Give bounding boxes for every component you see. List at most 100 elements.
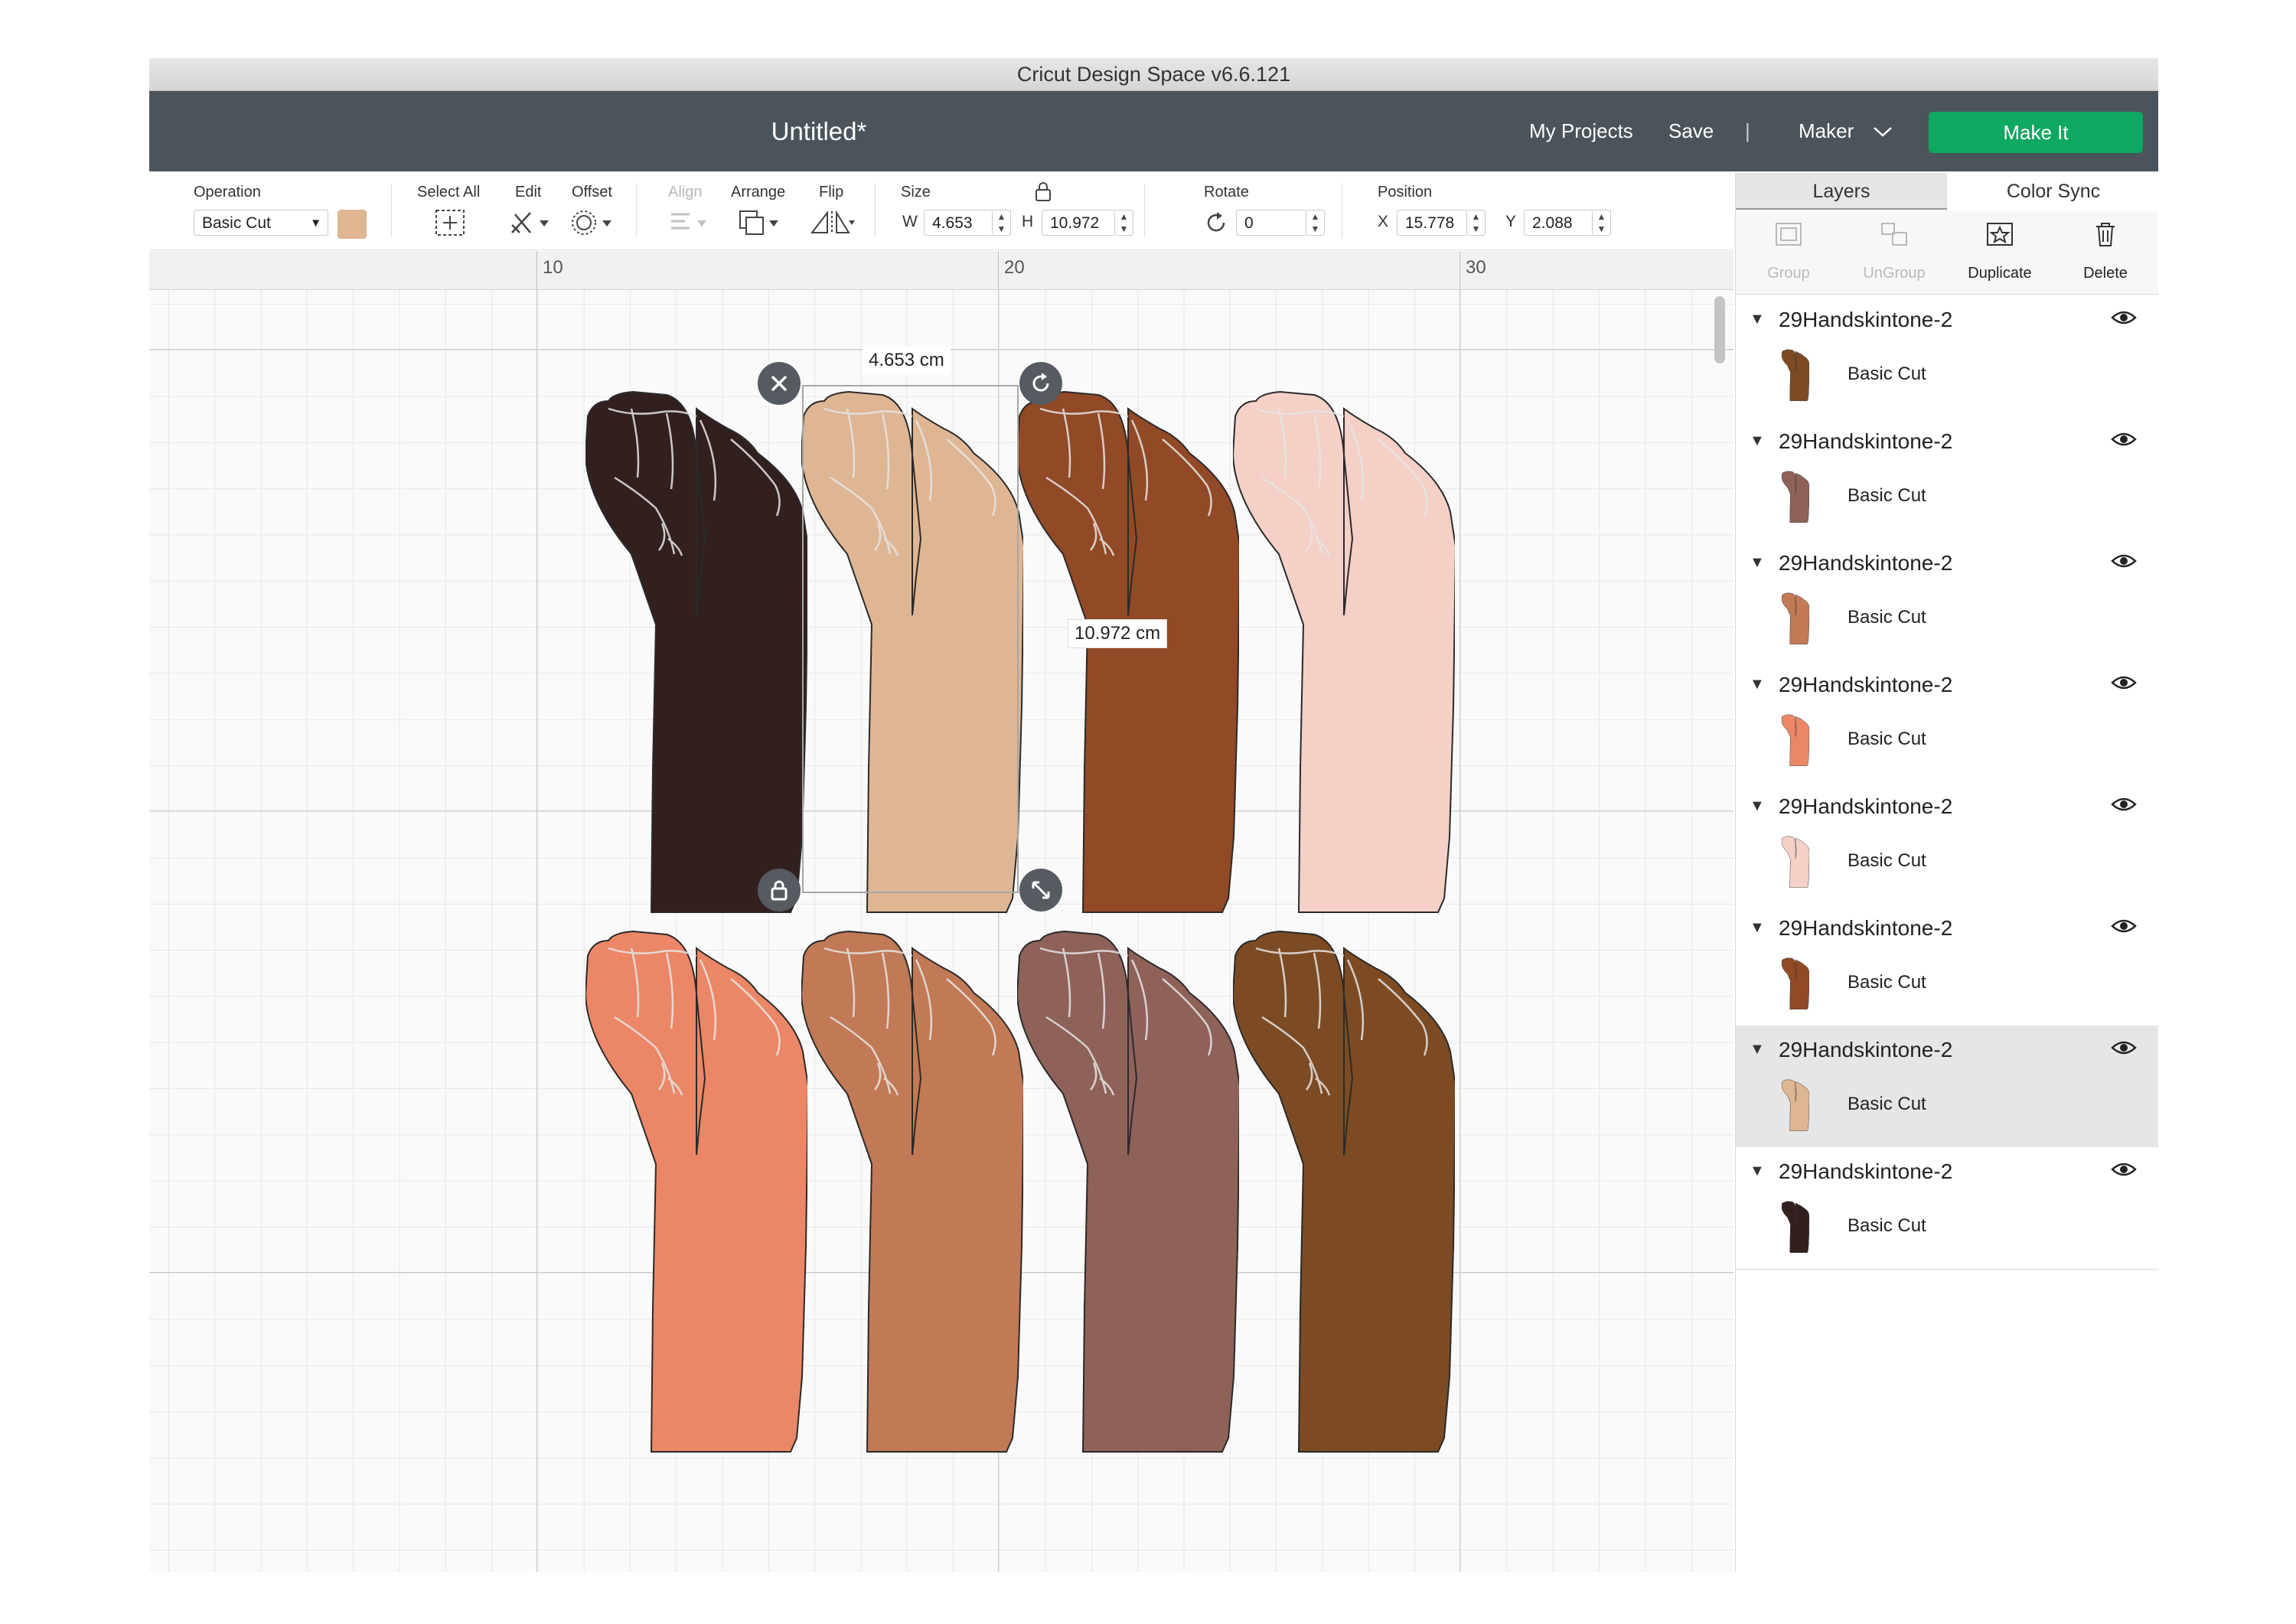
fist-image-light-pink[interactable] (1232, 386, 1456, 914)
align-label: Align (668, 184, 703, 201)
lock-icon[interactable] (1033, 181, 1053, 206)
document-title[interactable]: Untitled* (149, 91, 1489, 171)
y-position-stepper[interactable]: ▲ ▼ (1593, 210, 1611, 236)
tab-color-sync[interactable]: Color Sync (1948, 173, 2158, 210)
duplicate-icon (1947, 220, 2053, 255)
layer-name: 29Handskintone-2 (1779, 916, 1953, 940)
layer-name: 29Handskintone-2 (1779, 673, 1953, 696)
caret-down-icon[interactable]: ▼ (1750, 554, 1765, 572)
caret-down-icon[interactable]: ▼ (1750, 919, 1765, 937)
rotate-icon (1032, 373, 1049, 392)
layer-operation: Basic Cut (1848, 729, 1926, 749)
selection-box[interactable] (802, 385, 1019, 893)
width-input[interactable]: 4.653 (924, 210, 993, 236)
layer-item[interactable]: ▼ 29Handskintone-2 Basic Cut (1736, 295, 2158, 418)
layer-name: 29Handskintone-2 (1779, 429, 1953, 453)
fist-image-rust-brown[interactable] (1016, 386, 1241, 914)
ruler-tick (536, 251, 537, 289)
arrange-icon[interactable] (737, 208, 780, 237)
duplicate-button[interactable]: Duplicate (1947, 211, 2053, 294)
toolbar-divider (1144, 184, 1145, 237)
caret-down-icon[interactable]: ▼ (1750, 1163, 1765, 1180)
layer-item[interactable]: ▼ 29Handskintone-2 Basic Cut (1736, 660, 2158, 783)
layer-item[interactable]: ▼ 29Handskintone-2 Basic Cut (1736, 1147, 2158, 1270)
toolbar-divider (391, 184, 392, 237)
layer-operation: Basic Cut (1848, 1094, 1926, 1114)
color-swatch[interactable] (338, 210, 367, 239)
make-it-button[interactable]: Make It (1929, 112, 2143, 153)
operation-value: Basic Cut (202, 214, 271, 232)
layer-item[interactable]: ▼ 29Handskintone-2 Basic Cut (1736, 782, 2158, 905)
layer-item[interactable]: ▼ 29Handskintone-2 Basic Cut (1736, 904, 2158, 1026)
header-separator: | (1745, 119, 1750, 142)
rotate-input[interactable]: 0 (1236, 210, 1306, 236)
rotate-label: Rotate (1204, 184, 1249, 201)
eye-icon[interactable] (2111, 1159, 2137, 1183)
fist-image-chocolate[interactable] (1232, 925, 1456, 1453)
height-input[interactable]: 10.972 (1042, 210, 1115, 236)
fist-image-dark-brown[interactable] (585, 386, 809, 914)
layer-name: 29Handskintone-2 (1779, 1038, 1953, 1061)
machine-select[interactable]: Maker (1799, 91, 1893, 171)
eye-icon[interactable] (2111, 308, 2137, 331)
resize-arrows-icon (1032, 881, 1050, 899)
panel-tabs: Layers Color Sync (1736, 173, 2158, 210)
layer-item[interactable]: ▼ 29Handskintone-2 Basic Cut (1736, 417, 2158, 540)
delete-handle[interactable] (758, 362, 801, 405)
delete-button[interactable]: Delete (2053, 211, 2158, 294)
duplicate-label: Duplicate (1968, 265, 2032, 282)
layer-name: 29Handskintone-2 (1779, 1159, 1953, 1183)
save-button[interactable]: Save (1668, 91, 1714, 171)
layer-thumbnail (1781, 592, 1810, 645)
caret-down-icon[interactable]: ▼ (1750, 1041, 1765, 1058)
lock-handle[interactable] (758, 869, 801, 911)
y-letter: Y (1505, 213, 1517, 230)
x-position-input[interactable]: 15.778 (1397, 210, 1467, 236)
select-all-icon[interactable] (434, 208, 466, 237)
ruler-label: 20 (1004, 257, 1025, 278)
position-label: Position (1378, 184, 1433, 201)
width-stepper[interactable]: ▲ ▼ (993, 210, 1011, 236)
height-stepper[interactable]: ▲ ▼ (1115, 210, 1133, 236)
operation-select[interactable]: Basic Cut ▼ (194, 210, 328, 236)
caret-down-icon[interactable]: ▼ (1750, 311, 1765, 328)
flip-label: Flip (819, 184, 844, 201)
layer-name: 29Handskintone-2 (1779, 308, 1953, 331)
my-projects-button[interactable]: My Projects (1529, 91, 1633, 171)
design-canvas[interactable]: 4.653 cm 10.972 cm (149, 290, 1733, 1572)
rotate-stepper[interactable]: ▲ ▼ (1306, 210, 1325, 236)
rotate-handle[interactable] (1019, 362, 1062, 405)
x-position-stepper[interactable]: ▲ ▼ (1467, 210, 1486, 236)
toolbar-divider (636, 184, 637, 237)
layer-operation: Basic Cut (1848, 607, 1926, 628)
eye-icon[interactable] (2111, 429, 2137, 453)
align-icon[interactable] (668, 208, 711, 237)
eye-icon[interactable] (2111, 794, 2137, 818)
layer-actions: Group UnGroup Duplicate Delete (1736, 211, 2158, 295)
eye-icon[interactable] (2111, 1038, 2137, 1061)
ruler-label: 10 (543, 257, 563, 278)
y-position-input[interactable]: 2.088 (1524, 210, 1593, 236)
layer-item[interactable]: ▼ 29Handskintone-2 Basic Cut (1736, 1026, 2158, 1148)
caret-down-icon[interactable]: ▼ (1750, 676, 1765, 693)
caret-down-icon[interactable]: ▼ (1750, 797, 1765, 815)
eye-icon[interactable] (2111, 673, 2137, 696)
offset-icon[interactable] (570, 208, 613, 237)
eye-icon[interactable] (2111, 916, 2137, 940)
layer-name: 29Handskintone-2 (1779, 794, 1953, 818)
fist-image-salmon[interactable] (585, 925, 809, 1453)
fist-image-tan-orange[interactable] (801, 925, 1025, 1453)
canvas-scrollbar[interactable] (1714, 296, 1725, 364)
resize-handle[interactable] (1019, 869, 1062, 911)
fist-image-mauve-brown[interactable] (1016, 925, 1241, 1453)
group-button[interactable]: Group (1736, 211, 1841, 294)
layer-thumbnail (1781, 471, 1810, 523)
tab-layers[interactable]: Layers (1736, 173, 1947, 210)
edit-tools-icon[interactable] (507, 208, 550, 237)
flip-icon[interactable] (809, 208, 855, 237)
ungroup-button[interactable]: UnGroup (1841, 211, 1947, 294)
eye-icon[interactable] (2111, 551, 2137, 575)
layer-operation: Basic Cut (1848, 364, 1926, 384)
caret-down-icon[interactable]: ▼ (1750, 432, 1765, 450)
layer-item[interactable]: ▼ 29Handskintone-2 Basic Cut (1736, 539, 2158, 661)
